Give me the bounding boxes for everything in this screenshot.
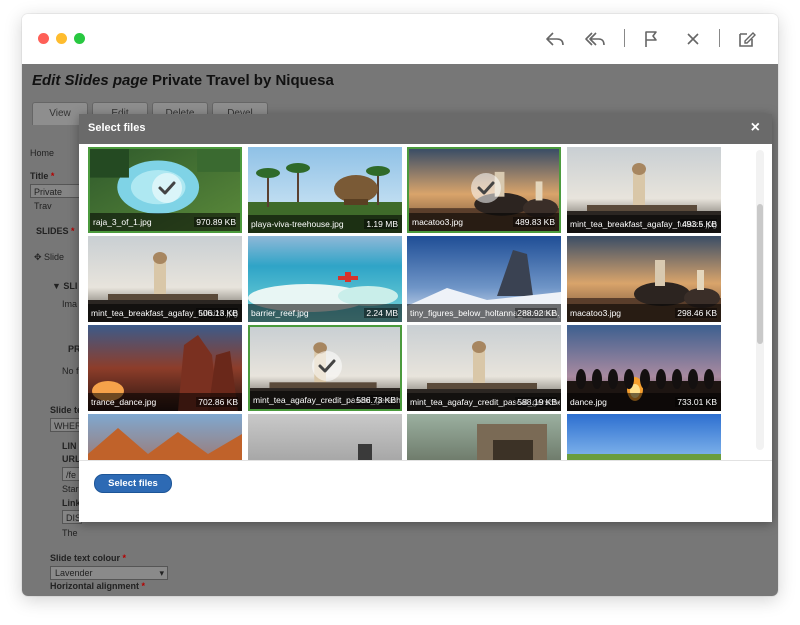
file-thumbnail[interactable]: tiny_figures_below_holtanna_mountain.jpg… bbox=[407, 236, 561, 322]
link-label: LIN bbox=[62, 441, 77, 451]
checkmark-icon bbox=[152, 173, 182, 203]
app-window: Edit Slides page Private Travel by Nique… bbox=[22, 14, 778, 596]
flag-icon[interactable] bbox=[640, 28, 662, 50]
compose-icon[interactable] bbox=[736, 28, 758, 50]
select-files-modal: Select files × raja_3_of_1.jpg 970.89 KB p… bbox=[79, 114, 772, 522]
window-close-button[interactable] bbox=[38, 33, 49, 44]
thumbnail-image bbox=[407, 414, 561, 460]
reply-all-icon[interactable] bbox=[584, 28, 606, 50]
file-size: 2.24 MB bbox=[364, 308, 398, 318]
file-thumbnail[interactable]: mint_tea_agafay_credit_pascal_gerschel.j… bbox=[407, 325, 561, 411]
select-files-button[interactable]: Select files bbox=[94, 474, 172, 493]
file-size: 586.73 KB bbox=[354, 395, 396, 405]
modal-scrollbar[interactable] bbox=[756, 150, 764, 450]
the-hint: The bbox=[62, 528, 78, 538]
toolbar-separator bbox=[719, 29, 720, 47]
edit-page-background: Edit Slides page Private Travel by Nique… bbox=[22, 64, 778, 596]
file-thumbnail[interactable]: trance_dance.jpg 702.86 KB bbox=[88, 325, 242, 411]
file-thumbnail[interactable]: raja_3_of_1.jpg 970.89 KB bbox=[88, 147, 242, 233]
file-thumbnail[interactable] bbox=[88, 414, 242, 460]
file-size: 970.89 KB bbox=[194, 217, 236, 227]
file-thumbnail[interactable]: mint_tea_breakfast_agafay_fullsize.jpg 50… bbox=[88, 236, 242, 322]
alignment-label: Horizontal alignment * bbox=[50, 581, 146, 591]
file-name: dance.jpg bbox=[570, 397, 607, 407]
file-size: 733.01 KB bbox=[675, 397, 717, 407]
no-file-label: No fi bbox=[62, 366, 81, 376]
file-thumbnail[interactable]: mint_tea_agafay_credit_pascal_gerschel.j… bbox=[248, 325, 402, 411]
thumbnail-image bbox=[248, 414, 402, 460]
checkmark-icon bbox=[312, 351, 342, 381]
modal-title: Select files bbox=[88, 122, 146, 134]
slide-text-field[interactable]: WHER bbox=[50, 418, 82, 432]
file-thumbnail[interactable]: dance.jpg 733.01 KB bbox=[567, 325, 721, 411]
file-size: 702.86 KB bbox=[196, 397, 238, 407]
reply-icon[interactable] bbox=[544, 28, 566, 50]
file-name: macatoo3.jpg bbox=[412, 217, 464, 227]
link-text-label: Link bbox=[62, 498, 81, 508]
title-bar bbox=[22, 14, 778, 64]
colour-label: Slide text colour * bbox=[50, 553, 127, 563]
file-name: playa-viva-treehouse.jpg bbox=[251, 219, 344, 229]
file-thumbnail[interactable]: playa-viva-treehouse.jpg 1.19 MB bbox=[248, 147, 402, 233]
file-grid: raja_3_of_1.jpg 970.89 KB playa-viva-treeh… bbox=[79, 144, 772, 460]
page-title-em: Edit Slides page bbox=[32, 72, 148, 89]
file-size: 489.83 KB bbox=[513, 217, 555, 227]
close-icon[interactable] bbox=[682, 28, 704, 50]
scroll-thumb[interactable] bbox=[757, 204, 763, 344]
file-size: 288.92 KB bbox=[515, 308, 557, 318]
thumbnail-image bbox=[567, 414, 721, 460]
start-hint: Star bbox=[62, 484, 79, 494]
title-field-label: Title * bbox=[30, 171, 55, 181]
file-thumbnail[interactable]: macatoo3.jpg 489.83 KB bbox=[407, 147, 561, 233]
file-thumbnail[interactable]: mint_tea_breakfast_agafay_fullsize.jpg 49… bbox=[567, 147, 721, 233]
file-thumbnail[interactable] bbox=[567, 414, 721, 460]
file-name: trance_dance.jpg bbox=[91, 397, 157, 407]
file-name: barrier_reef.jpg bbox=[251, 308, 309, 318]
breadcrumb[interactable]: Home bbox=[30, 148, 54, 158]
url-label: URL bbox=[62, 454, 81, 464]
modal-header: Select files × bbox=[79, 114, 772, 144]
file-thumbnail[interactable]: barrier_reef.jpg 2.24 MB bbox=[248, 236, 402, 322]
file-size: 1.19 MB bbox=[364, 219, 398, 229]
file-size: 493.5 KB bbox=[680, 219, 717, 229]
slide-text-label: Slide te bbox=[50, 405, 83, 415]
image-label: Ima bbox=[62, 299, 78, 309]
slide-item-toggle[interactable]: ▼ SLI bbox=[52, 281, 77, 291]
checkmark-icon bbox=[471, 173, 501, 203]
file-thumbnail[interactable]: macatoo3.jpg 298.46 KB bbox=[567, 236, 721, 322]
file-name: raja_3_of_1.jpg bbox=[93, 217, 152, 227]
page-title: Edit Slides page Private Travel by Nique… bbox=[32, 72, 334, 89]
window-zoom-button[interactable] bbox=[74, 33, 85, 44]
file-name: macatoo3.jpg bbox=[570, 308, 622, 318]
add-slide-link[interactable]: ✥ Slide bbox=[34, 252, 64, 263]
window-minimize-button[interactable] bbox=[56, 33, 67, 44]
slides-label: SLIDES * bbox=[36, 226, 75, 236]
file-size: 588.19 KB bbox=[515, 397, 557, 407]
file-thumbnail[interactable] bbox=[407, 414, 561, 460]
page-title-rest: Private Travel by Niquesa bbox=[152, 72, 334, 89]
title-field[interactable]: Private Trav bbox=[30, 184, 80, 211]
modal-footer: Select files bbox=[79, 460, 772, 523]
thumbnail-image bbox=[88, 414, 242, 460]
file-size: 298.46 KB bbox=[675, 308, 717, 318]
file-size: 506.13 KB bbox=[196, 308, 238, 318]
file-thumbnail[interactable] bbox=[248, 414, 402, 460]
toolbar-separator bbox=[624, 29, 625, 47]
colour-select[interactable]: Lavender bbox=[50, 566, 168, 580]
modal-close-button[interactable]: × bbox=[751, 119, 760, 137]
